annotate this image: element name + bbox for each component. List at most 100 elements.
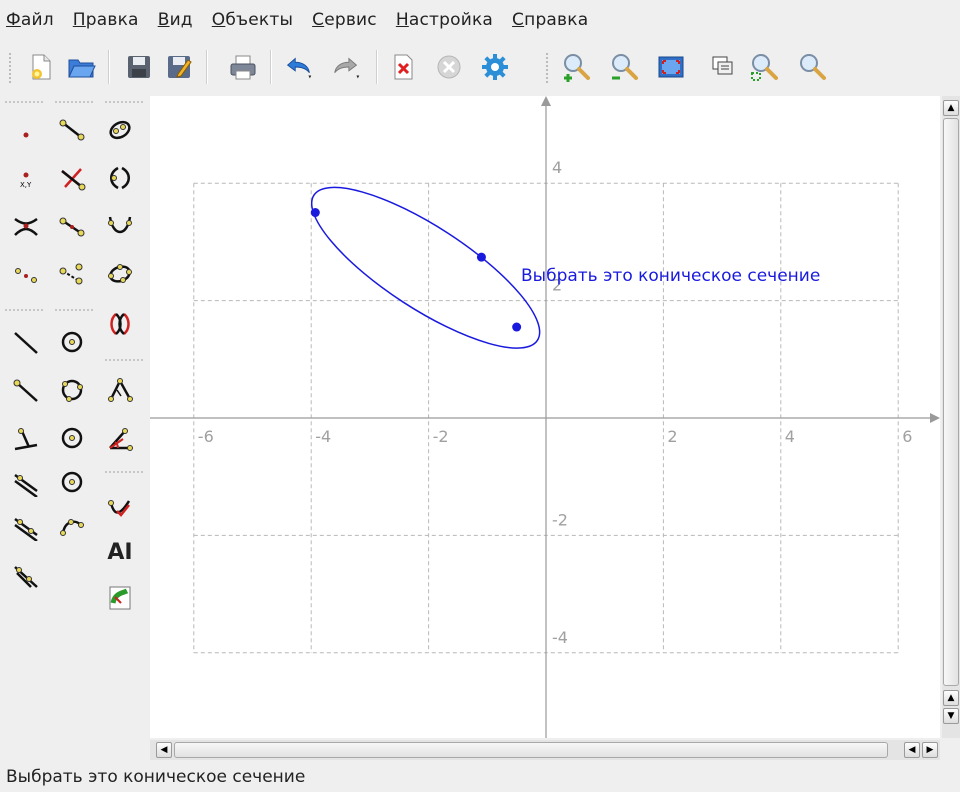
toolbar-separator <box>206 50 208 84</box>
menu-help[interactable]: Справка <box>512 10 588 30</box>
zoom-in-icon[interactable] <box>560 50 594 84</box>
line-icon[interactable] <box>6 322 46 362</box>
toolbar-separator <box>108 50 110 84</box>
scroll-right-arrow[interactable]: ▶ <box>922 742 938 758</box>
arc-icon[interactable] <box>52 506 92 546</box>
geometry-canvas[interactable]: -6 -4 -2 2 4 6 4 2 -2 -4 Выбрать это коническое се… <box>150 96 940 738</box>
toolbar-grip[interactable] <box>4 100 44 104</box>
redo-icon[interactable] <box>330 50 364 84</box>
zoom-area-icon[interactable] <box>748 50 782 84</box>
parallel-vector-icon[interactable] <box>6 506 46 546</box>
menu-edit[interactable]: Правка <box>73 10 139 30</box>
menu-edit-label: равка <box>85 10 139 30</box>
x-tick-label: -4 <box>315 427 331 446</box>
scroll-up-arrow[interactable]: ▲ <box>943 100 959 116</box>
menu-objects[interactable]: Объекты <box>212 10 293 30</box>
polygon-icon[interactable] <box>100 370 140 410</box>
print-icon[interactable] <box>226 50 260 84</box>
points-icon[interactable] <box>6 254 46 294</box>
toolbar-grip[interactable] <box>54 100 94 104</box>
settings-icon[interactable] <box>478 50 512 84</box>
script-icon[interactable] <box>100 578 140 618</box>
x-tick-label: 4 <box>785 427 795 446</box>
horizontal-scrollbar[interactable]: ◀ ◀ ▶ <box>150 740 940 760</box>
vector-icon[interactable] <box>100 488 140 528</box>
menu-file-label: айл <box>20 10 54 30</box>
translation-icon[interactable] <box>6 556 46 596</box>
hyperbola-point-icon[interactable] <box>6 206 46 246</box>
circle-by-three-points-icon[interactable] <box>52 370 92 410</box>
objects-toolbar: X,Y AI <box>0 96 150 756</box>
y-axis-arrow <box>541 96 551 106</box>
x-tick-label: 6 <box>902 427 912 446</box>
cancel-icon[interactable] <box>432 50 466 84</box>
undo-icon[interactable] <box>282 50 316 84</box>
ray-icon[interactable] <box>6 370 46 410</box>
toolbar-grip[interactable] <box>104 100 144 104</box>
circle-icon[interactable] <box>52 322 92 362</box>
scroll-left-arrow-2[interactable]: ◀ <box>904 742 920 758</box>
conic-point <box>310 208 320 218</box>
main-toolbar <box>0 42 960 94</box>
circle-by-center-icon[interactable] <box>52 418 92 458</box>
zoom-out-icon[interactable] <box>608 50 642 84</box>
move-point-icon[interactable] <box>52 254 92 294</box>
menu-file-accel: Ф <box>6 10 21 30</box>
toolbar-separator <box>376 50 378 84</box>
open-folder-icon[interactable] <box>64 50 98 84</box>
toolbar-grip[interactable] <box>104 470 144 474</box>
conic-icon[interactable] <box>100 110 140 150</box>
scroll-left-arrow[interactable]: ◀ <box>156 742 172 758</box>
new-document-icon[interactable] <box>24 50 58 84</box>
menubar: Файл Правка Вид Объекты Сервис Настройка… <box>0 0 960 40</box>
segment-icon[interactable] <box>52 110 92 150</box>
delete-icon[interactable] <box>386 50 420 84</box>
perpendicular-icon[interactable] <box>6 418 46 458</box>
toolbar-grip[interactable] <box>104 358 144 362</box>
vertical-scroll-thumb[interactable] <box>943 118 959 686</box>
save-icon[interactable] <box>122 50 156 84</box>
midpoint-icon[interactable] <box>52 206 92 246</box>
x-tick-label: -6 <box>198 427 214 446</box>
point-by-coordinates-icon[interactable]: X,Y <box>6 158 46 198</box>
conic-ellipse <box>310 186 541 349</box>
point-icon[interactable] <box>6 110 46 150</box>
text-label-icon[interactable]: AI <box>100 532 140 572</box>
toolbar-grip[interactable] <box>545 52 549 84</box>
menu-edit-accel: П <box>72 10 86 30</box>
menu-file[interactable]: Файл <box>6 10 54 30</box>
toolbar-grip[interactable] <box>54 308 94 312</box>
toolbar-grip[interactable] <box>4 308 44 312</box>
arc-conic-icon[interactable] <box>100 304 140 344</box>
text-tool-label: AI <box>107 539 133 565</box>
cubic-icon[interactable] <box>100 206 140 246</box>
zoom-icon[interactable] <box>796 50 830 84</box>
angle-icon[interactable] <box>100 418 140 458</box>
scroll-down-arrow[interactable]: ▼ <box>943 708 959 724</box>
menu-help-label: правка <box>524 10 589 30</box>
menu-tools[interactable]: Сервис <box>312 10 377 30</box>
intersection-point-icon[interactable] <box>52 158 92 198</box>
vertical-scrollbar[interactable]: ▲ ▲ ▼ <box>942 96 960 738</box>
menu-help-accel: С <box>512 10 525 30</box>
geometry-plot: -6 -4 -2 2 4 642-2-4Выбрать это коническое се… <box>150 96 940 738</box>
menu-settings[interactable]: Настройка <box>396 10 493 30</box>
horizontal-scroll-thumb[interactable] <box>174 742 888 758</box>
parabola-icon[interactable] <box>100 158 140 198</box>
toolbar-grip[interactable] <box>8 52 12 84</box>
menu-objects-accel: О <box>211 10 226 30</box>
zoom-rect-icon[interactable] <box>706 50 740 84</box>
circle-by-radius-icon[interactable] <box>52 462 92 502</box>
conic-point <box>512 322 522 332</box>
menu-view-label: ид <box>169 10 193 30</box>
save-as-icon[interactable] <box>162 50 196 84</box>
fit-to-screen-icon[interactable] <box>654 50 688 84</box>
x-axis-arrow <box>930 413 940 423</box>
parallel-icon[interactable] <box>6 462 46 502</box>
conic-by-points-icon[interactable] <box>100 254 140 294</box>
x-tick-label: 2 <box>667 427 677 446</box>
scroll-up-arrow-2[interactable]: ▲ <box>943 690 959 706</box>
y-tick-label: -2 <box>552 510 568 529</box>
menu-view[interactable]: Вид <box>158 10 193 30</box>
menu-settings-label: астройка <box>408 10 494 30</box>
